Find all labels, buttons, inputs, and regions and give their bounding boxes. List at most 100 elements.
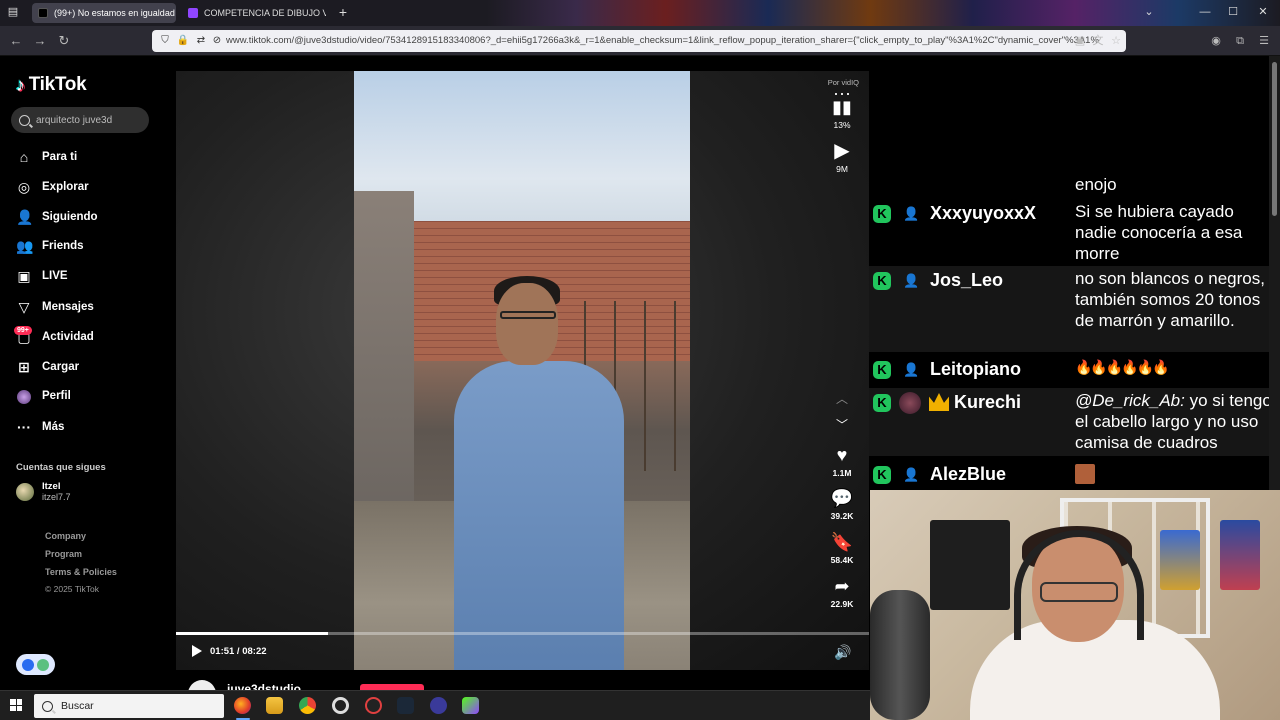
taskbar-search-placeholder: Buscar (61, 700, 94, 712)
chat-message: K Kurechi @De_rick_Ab: yo si tengo el ca… (869, 388, 1272, 456)
new-tab-icon[interactable]: + (336, 5, 350, 19)
footer-link-terms[interactable]: Terms & Policies (45, 567, 117, 577)
url-bar[interactable]: ⛉ 🔒 ⇄ ⊘ www.tiktok.com/@juve3dstudio/vid… (152, 30, 1126, 52)
bar-chart-icon[interactable]: ▮▮ (832, 97, 852, 117)
get-app-button[interactable] (16, 654, 55, 675)
person-head (496, 283, 558, 365)
kick-badge-icon: K (873, 394, 891, 412)
nav-item-cargar[interactable]: ⊞ Cargar (16, 358, 79, 376)
shield-icon[interactable]: ⛉ (158, 34, 172, 48)
next-video-button[interactable]: ﹀ (820, 415, 864, 435)
author-username[interactable]: juve3dstudio (227, 682, 301, 690)
chat-username: AlezBlue (930, 464, 1007, 484)
vidiq-stats[interactable]: ▮▮ 13% (820, 97, 864, 130)
heart-icon[interactable]: ♥ (837, 445, 848, 465)
nav-item-mensajes[interactable]: ▽ Mensajes (16, 298, 94, 316)
chat-message: K 👤 AlezBlue (869, 460, 1269, 490)
menu-icon[interactable]: ☰ (1256, 33, 1272, 49)
footer-link-program[interactable]: Program (45, 549, 82, 559)
taskbar-search[interactable]: Buscar (34, 694, 224, 718)
tiktok-logo[interactable]: ♪ TikTok (16, 74, 87, 96)
forward-icon[interactable]: → (32, 33, 48, 49)
video-progress-bar[interactable] (176, 632, 869, 635)
nav-label: Perfil (42, 390, 71, 402)
inbox-icon: ▽ (18, 299, 30, 315)
copyright: © 2025 TikTok (45, 584, 99, 594)
chrome-icon[interactable] (299, 697, 316, 714)
desktop-app-icon (22, 658, 34, 671)
chevron-up-icon[interactable]: ︿ (836, 389, 848, 409)
nav-item-para-ti[interactable]: ⌂ Para ti (16, 148, 77, 166)
lock-icon[interactable]: 🔒 (176, 34, 190, 48)
nav-item-friends[interactable]: 👥 Friends (16, 237, 84, 255)
nav-item-live[interactable]: ▣ LIVE (16, 267, 68, 285)
nav-item-siguiendo[interactable]: 👤 Siguiendo (16, 208, 98, 226)
video-player[interactable]: Por vidIQ ··· ▮▮ 13% ▶ 9M ︿ ﹀ ♥ 1.1M 💬 3… (176, 71, 869, 670)
share-button[interactable]: ➦ 22.9K (820, 576, 864, 609)
mute-icon[interactable]: ⊘ (210, 34, 224, 48)
browser-tab-twitch[interactable]: COMPETENCIA DE DIBUJO VS N ✕ (182, 3, 326, 23)
upload-icon: ⊞ (18, 359, 30, 375)
nav-item-mas[interactable]: ··· Más (16, 418, 64, 436)
search-icon (42, 700, 53, 712)
streaming-app-icon[interactable] (462, 697, 479, 714)
minimize-icon[interactable]: — (1198, 5, 1212, 19)
chevron-down-icon[interactable]: ⌄ (1142, 5, 1156, 19)
tiktok-note-icon: ♪ (16, 74, 25, 95)
save-button[interactable]: 🔖 58.4K (820, 532, 864, 565)
page-scrollbar[interactable] (1269, 56, 1280, 490)
chat-message: K 👤 Jos_Leo no son blancos o negros, tam… (869, 266, 1269, 352)
footer-link-company[interactable]: Company (45, 531, 86, 541)
chat-message: K 👤 Leitopiano 🔥🔥🔥🔥🔥🔥 (869, 355, 1269, 383)
scrollbar-thumb[interactable] (1272, 62, 1277, 216)
chat-username: Leitopiano (930, 359, 1021, 379)
search-box[interactable] (11, 107, 149, 133)
video-frame[interactable] (354, 71, 690, 670)
file-explorer-icon[interactable] (266, 697, 283, 714)
background-poster (1220, 520, 1260, 590)
steam-icon[interactable] (397, 697, 414, 714)
firefox-icon[interactable] (234, 697, 251, 714)
permissions-icon[interactable]: ⇄ (194, 34, 208, 48)
search-icon[interactable] (19, 114, 30, 126)
nav-item-perfil[interactable]: Perfil (16, 387, 71, 405)
browser-tab-tiktok[interactable]: (99+) No estamos en igualdad d ✕ (32, 3, 176, 23)
recorder-icon[interactable] (365, 697, 382, 714)
translate-icon[interactable]: 文 (1090, 33, 1106, 49)
following-account-item[interactable]: Itzel itzel7.7 (16, 481, 71, 503)
stream-chat: enojo K 👤 XxxyuyoxxX Si se hubiera cayad… (869, 56, 1280, 490)
chat-text: no son blancos o negros, también somos 2… (1075, 269, 1265, 330)
friends-icon: 👥 (16, 238, 34, 254)
tab-list-icon[interactable]: ▤ (6, 5, 20, 19)
nav-label: Cargar (42, 361, 80, 373)
play-icon[interactable] (192, 645, 202, 657)
search-input[interactable] (36, 114, 146, 126)
back-icon[interactable]: ← (8, 33, 24, 49)
discord-icon[interactable] (430, 697, 447, 714)
volume-icon[interactable]: 🔊 (834, 644, 851, 661)
reload-icon[interactable]: ↻ (56, 33, 72, 49)
share-icon[interactable]: ➦ (834, 576, 849, 596)
following-heading: Cuentas que sigues (16, 462, 106, 473)
extensions-icon[interactable]: ⧉ (1232, 33, 1248, 49)
ccleaner-icon[interactable] (332, 697, 349, 714)
maximize-icon[interactable]: ☐ (1226, 5, 1240, 19)
close-window-icon[interactable]: ✕ (1256, 5, 1270, 19)
like-button[interactable]: ♥ 1.1M (820, 445, 864, 478)
previous-video-button[interactable]: ︿ (820, 389, 864, 409)
more-icon: ··· (17, 419, 31, 435)
account-icon[interactable]: ◉ (1208, 33, 1224, 49)
bookmark-icon[interactable]: 🔖 (831, 532, 853, 552)
nav-label: Siguiendo (42, 211, 98, 223)
comment-button[interactable]: 💬 39.2K (820, 488, 864, 521)
reader-view-icon[interactable]: ▣ (1072, 33, 1088, 49)
nav-item-explorar[interactable]: ◎ Explorar (16, 178, 89, 196)
windows-start-icon[interactable] (10, 699, 22, 711)
bookmark-star-icon[interactable]: ☆ (1108, 33, 1124, 49)
nav-label: LIVE (42, 270, 68, 282)
user-avatar (899, 392, 921, 414)
comment-icon[interactable]: 💬 (831, 488, 853, 508)
likes-count: 1.1M (832, 468, 852, 478)
author-avatar[interactable] (188, 680, 216, 690)
chevron-down-icon[interactable]: ﹀ (836, 415, 848, 435)
